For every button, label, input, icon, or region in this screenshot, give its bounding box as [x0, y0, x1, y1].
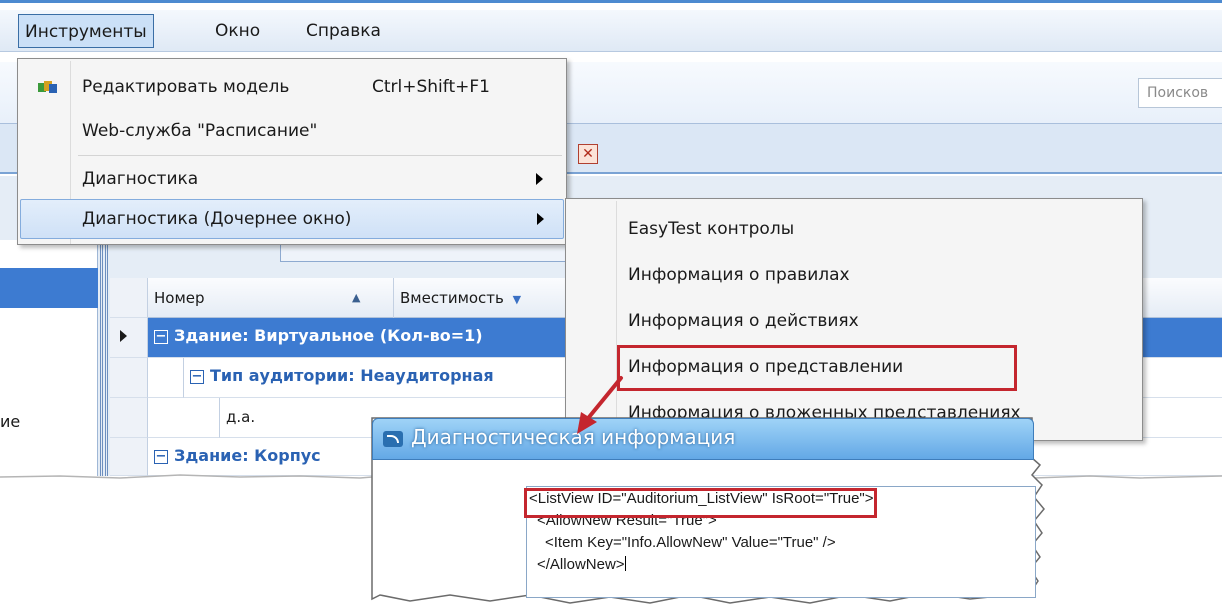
sort-ascending-icon: ▲ [352, 291, 361, 304]
menu-item-diagnostics-child-window[interactable]: Диагностика (Дочернее окно) [20, 199, 564, 239]
xml-line: </AllowNew> [537, 556, 625, 573]
group-row-label: Здание: Виртуальное (Кол-во=1) [174, 326, 483, 345]
submenu-item-actions-info[interactable]: Информация о действиях [628, 301, 859, 341]
menu-item-label: Редактировать модель [82, 77, 290, 97]
column-header-number[interactable]: Номер ▲ [148, 278, 394, 318]
model-editor-icon [38, 81, 57, 93]
menu-item-diagnostics[interactable]: Диагностика [20, 159, 564, 199]
menu-item-shortcut: Ctrl+Shift+F1 [372, 77, 490, 97]
row-indicator[interactable] [110, 398, 148, 438]
menu-bar [0, 10, 1222, 52]
collapse-icon[interactable]: − [154, 450, 168, 464]
window-top-border [0, 0, 1222, 3]
tab-close-icon[interactable]: ✕ [578, 144, 598, 164]
menu-help[interactable]: Справка [300, 14, 387, 48]
collapse-icon[interactable]: − [190, 370, 204, 384]
group-row-label: Здание: Корпус [174, 446, 321, 465]
tools-dropdown-menu: Редактировать модель Ctrl+Shift+F1 Web-с… [17, 58, 567, 245]
row-indicator[interactable] [110, 318, 148, 358]
menu-item-label: Диагностика (Дочернее окно) [82, 209, 352, 229]
menu-tools[interactable]: Инструменты [18, 14, 154, 48]
menu-item-label: Диагностика [82, 169, 199, 189]
window-app-icon [383, 431, 403, 447]
indent-cell [148, 358, 184, 398]
annotation-highlight-box [524, 488, 877, 518]
diagnostic-window-titlebar[interactable]: Диагностическая информация [372, 418, 1034, 460]
nav-item-label[interactable]: ие [0, 412, 20, 431]
column-header-label: Вместимость [400, 289, 504, 307]
menu-window[interactable]: Окно [209, 14, 266, 48]
xml-line-wrapper: </AllowNew> [529, 554, 1035, 576]
column-header-label: Номер [154, 289, 205, 307]
current-row-arrow-icon [120, 330, 127, 342]
header-row-indicator [110, 278, 148, 318]
cell-number: д.а. [226, 408, 256, 426]
row-indicator[interactable] [110, 358, 148, 398]
collapse-icon[interactable]: − [154, 330, 168, 344]
submenu-arrow-icon [537, 213, 544, 225]
annotation-highlight-box [617, 345, 1017, 391]
menu-separator [78, 155, 562, 156]
submenu-item-easytest[interactable]: EasyTest контролы [628, 209, 794, 249]
xml-line: <Item Key="Info.AllowNew" Value="True" /… [545, 534, 836, 551]
menu-item-web-service[interactable]: Web-служба "Расписание" [20, 111, 564, 151]
submenu-item-rules-info[interactable]: Информация о правилах [628, 255, 850, 295]
search-input[interactable]: Поисков [1138, 78, 1222, 108]
group-row-label: Тип аудитории: Неаудиторная [210, 366, 494, 385]
menu-item-label: Web-служба "Расписание" [82, 121, 318, 141]
nav-selected-item[interactable] [0, 268, 98, 308]
indent-cell [148, 398, 220, 438]
annotation-arrow-icon [577, 376, 623, 434]
submenu-arrow-icon [536, 173, 543, 185]
column-header-capacity[interactable]: Вместимость ▼ [394, 278, 574, 318]
filter-dropdown-icon[interactable]: ▼ [513, 293, 521, 306]
menu-item-edit-model[interactable]: Редактировать модель Ctrl+Shift+F1 [20, 67, 564, 107]
text-caret [624, 556, 626, 571]
